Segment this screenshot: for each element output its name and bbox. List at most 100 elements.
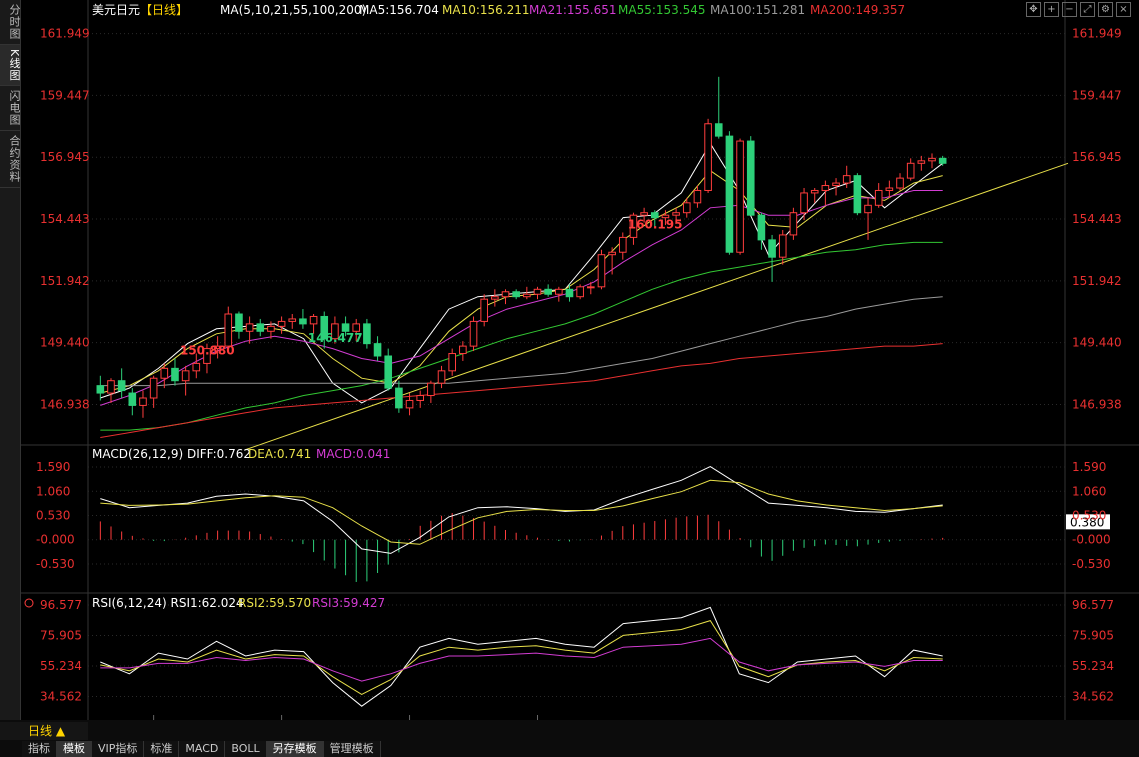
candle-body <box>597 254 606 288</box>
ma10-label: MA10:156.211 <box>442 3 530 17</box>
tab-standard[interactable]: 标准 <box>144 741 180 757</box>
ma5-label: MA5:156.704 <box>359 3 439 17</box>
candle <box>736 138 744 255</box>
y-tick-left: 154.443 <box>40 212 90 226</box>
candle-body <box>437 370 446 384</box>
candle-body <box>395 387 403 409</box>
candle-body <box>800 192 808 214</box>
tab-indicators[interactable]: 指标 <box>22 741 57 757</box>
tab-flash[interactable]: 闪电图 <box>0 86 21 132</box>
macd-tick-right: -0.000 <box>1072 533 1111 547</box>
rsi2-label: RSI2:59.570 <box>238 596 311 610</box>
y-tick-right: 156.945 <box>1072 150 1122 164</box>
rsi-tick-right: 55.234 <box>1072 659 1114 673</box>
candle-body <box>842 175 851 184</box>
tab-macd[interactable]: MACD <box>179 741 226 757</box>
candle-body <box>192 362 201 372</box>
zoom-out-icon[interactable]: − <box>1062 2 1077 17</box>
candle-body <box>896 177 904 189</box>
candle-body <box>491 296 499 300</box>
tab-vip-indicators[interactable]: VIP指标 <box>92 741 145 757</box>
candle-body <box>139 397 147 406</box>
chart-toolbar: ✥ + − ⤢ ⚙ × <box>1026 2 1131 17</box>
zoom-in-icon[interactable]: + <box>1044 2 1059 17</box>
y-tick-left: 159.447 <box>40 88 90 102</box>
macd-tick-left: 1.590 <box>36 460 70 474</box>
y-tick-right: 146.938 <box>1072 397 1122 411</box>
rsi-header: RSI(6,12,24) RSI1:62.024 <box>92 596 244 610</box>
candle <box>576 284 584 300</box>
candle-body <box>618 236 627 253</box>
candle-body <box>533 288 542 295</box>
tab-manage-templates[interactable]: 管理模板 <box>323 741 381 757</box>
candle <box>597 249 606 290</box>
candle-body <box>512 291 520 298</box>
candle-body <box>672 212 680 216</box>
move-icon[interactable]: ✥ <box>1026 2 1041 17</box>
candle-body <box>555 288 563 295</box>
candle-body <box>171 367 179 382</box>
template-tabs: 指标 模板 VIP指标 标准 MACD BOLL 另存模板 管理模板 <box>22 741 381 757</box>
candle-body <box>608 251 616 256</box>
y-tick-left: 151.942 <box>40 274 90 288</box>
ma200-label: MA200:149.357 <box>810 3 905 17</box>
rsi-tick-left: 55.234 <box>40 659 82 673</box>
ma-set-label: MA(5,10,21,55,100,200) <box>220 3 366 17</box>
y-tick-right: 159.447 <box>1072 88 1122 102</box>
rsi-tick-left: 34.562 <box>40 690 82 704</box>
candle <box>725 131 734 255</box>
ma100-label: MA100:151.281 <box>710 3 805 17</box>
rsi-tick-right: 96.577 <box>1072 598 1114 612</box>
candle-body <box>107 380 115 394</box>
candle <box>480 294 488 327</box>
candle-body <box>309 315 318 325</box>
extreme-label: 146.477 <box>308 331 363 345</box>
candle-body <box>757 214 766 241</box>
gear-icon[interactable]: ⚙ <box>1098 2 1113 17</box>
macd-tick-left: 1.060 <box>36 484 70 498</box>
candle <box>363 318 371 349</box>
tab-timeshare[interactable]: 分时图 <box>0 0 21 45</box>
candle-body <box>384 355 393 389</box>
candle-body <box>277 320 286 327</box>
candle <box>789 207 798 240</box>
tab-boll[interactable]: BOLL <box>225 741 267 757</box>
candle-body <box>117 380 126 392</box>
candle-body <box>587 286 595 289</box>
extreme-label: 150.880 <box>180 343 235 357</box>
rsi-tick-right: 75.905 <box>1072 629 1114 643</box>
candle-body <box>789 212 798 236</box>
macd-tick-left: 0.530 <box>36 508 70 522</box>
macd-header: MACD(26,12,9) DIFF:0.762 <box>92 447 251 461</box>
candle-body <box>501 291 510 298</box>
candle <box>746 136 755 216</box>
candle-body <box>224 313 233 347</box>
fit-icon[interactable]: ⤢ <box>1080 2 1095 17</box>
candle-body <box>693 189 702 204</box>
candle-body <box>427 382 435 397</box>
candle-body <box>288 318 297 322</box>
candle-body <box>405 399 414 409</box>
candle-body <box>459 345 467 355</box>
candle-body <box>768 239 776 258</box>
macd-tick-left: -0.530 <box>36 557 75 571</box>
tab-save-template[interactable]: 另存模板 <box>266 741 324 757</box>
y-tick-right: 154.443 <box>1072 212 1122 226</box>
candle-body <box>235 313 243 332</box>
chart-canvas[interactable]: 160.195150.880146.477 0.380 161.949 161.9… <box>0 0 1139 720</box>
tab-contract-info[interactable]: 合约资料 <box>0 131 21 189</box>
macd-dea-label: DEA:0.741 <box>248 447 311 461</box>
candle-body <box>885 187 894 191</box>
candle-body <box>363 323 371 345</box>
macd-tick-left: -0.000 <box>36 533 75 547</box>
tab-kline[interactable]: K线图 <box>0 45 21 87</box>
candle-body <box>96 385 105 394</box>
macd-value-label: MACD:0.041 <box>316 447 390 461</box>
close-icon[interactable]: × <box>1116 2 1131 17</box>
candle-body <box>544 288 552 295</box>
period-selector[interactable]: 日线 ▲ <box>0 722 88 740</box>
tab-templates[interactable]: 模板 <box>57 741 92 757</box>
candle-body <box>746 140 755 216</box>
y-tick-left: 146.938 <box>40 397 90 411</box>
rsi3-label: RSI3:59.427 <box>312 596 385 610</box>
